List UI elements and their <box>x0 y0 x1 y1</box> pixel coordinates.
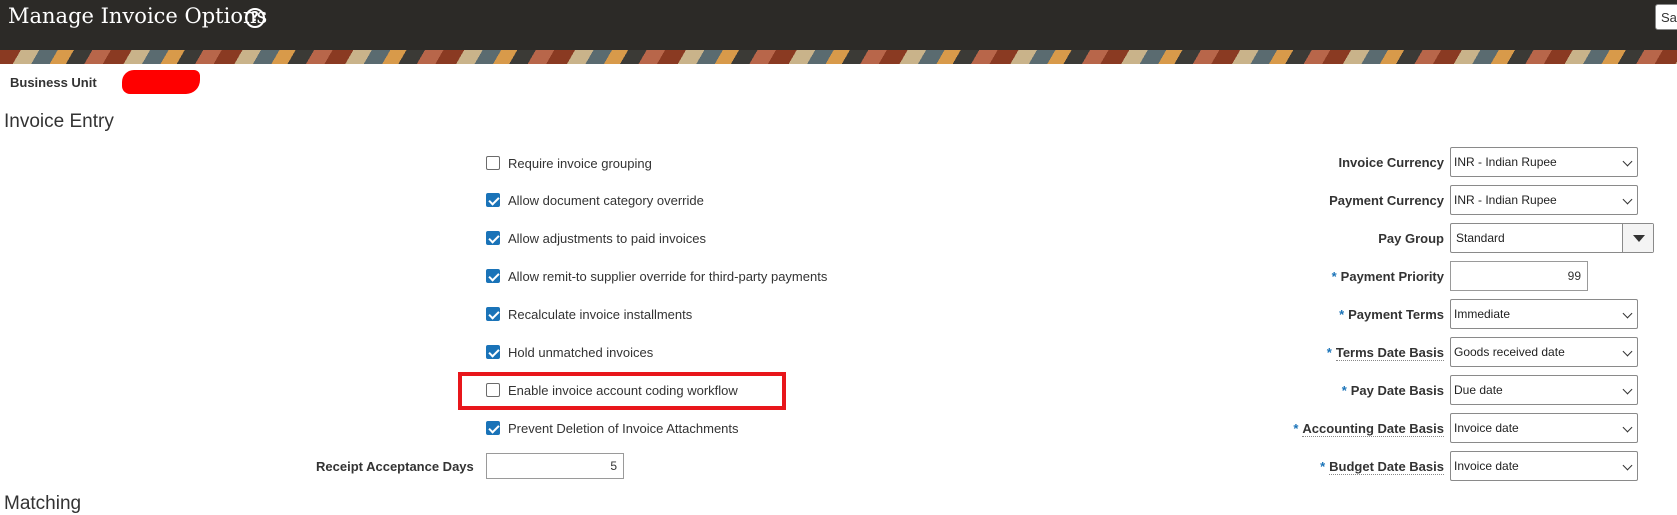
required-marker: * <box>1326 345 1332 360</box>
accounting-date-basis-value: Invoice date <box>1454 421 1519 435</box>
checkbox-label: Prevent Deletion of Invoice Attachments <box>508 420 739 436</box>
prevent-deletion-attachments-checkbox[interactable] <box>486 421 500 435</box>
app-header: Manage Invoice Options ? Save <box>0 0 1677 64</box>
checkbox-label: Allow remit-to supplier override for thi… <box>508 268 828 284</box>
required-marker: * <box>1320 459 1326 474</box>
pay-group-value: Standard <box>1456 231 1505 245</box>
page-title: Manage Invoice Options <box>8 4 268 28</box>
help-icon[interactable]: ? <box>245 8 265 28</box>
prevent-deletion-attachments-row[interactable]: Prevent Deletion of Invoice Attachments <box>486 418 739 438</box>
checkbox-label: Require invoice grouping <box>508 155 652 171</box>
business-unit-label: Business Unit <box>10 75 97 90</box>
required-marker: * <box>1339 307 1345 322</box>
allow-remit-to-override-row[interactable]: Allow remit-to supplier override for thi… <box>486 266 827 286</box>
save-button[interactable]: Save <box>1655 4 1677 30</box>
receipt-acceptance-days-label: Receipt Acceptance Days <box>316 459 474 474</box>
hold-unmatched-invoices-checkbox[interactable] <box>486 345 500 359</box>
budget-date-basis-label-text: Budget Date Basis <box>1329 459 1444 475</box>
terms-date-basis-select[interactable]: Goods received date <box>1450 337 1638 367</box>
recalculate-installments-row[interactable]: Recalculate invoice installments <box>486 304 692 324</box>
pay-date-basis-label-text: Pay Date Basis <box>1350 383 1444 398</box>
payment-currency-value: INR - Indian Rupee <box>1454 193 1557 207</box>
payment-terms-label: * Payment Terms <box>1339 307 1444 322</box>
chevron-down-icon <box>1622 308 1633 319</box>
terms-date-basis-label: * Terms Date Basis <box>1326 345 1444 361</box>
chevron-down-icon <box>1622 422 1633 433</box>
section-title-matching: Matching <box>4 493 82 514</box>
receipt-acceptance-days-input[interactable]: 5 <box>486 453 624 479</box>
chevron-down-icon <box>1622 194 1633 205</box>
invoice-currency-label-text: Invoice Currency <box>1338 155 1445 170</box>
header-banner-art <box>0 50 1677 64</box>
payment-priority-label: * Payment Priority <box>1332 269 1444 284</box>
require-invoice-grouping-checkbox[interactable] <box>486 156 500 170</box>
budget-date-basis-select[interactable]: Invoice date <box>1450 451 1638 481</box>
payment-currency-label-text: Payment Currency <box>1329 193 1444 208</box>
checkbox-label: Recalculate invoice installments <box>508 306 693 322</box>
payment-terms-value: Immediate <box>1454 307 1511 321</box>
chevron-down-icon <box>1622 384 1633 395</box>
terms-date-basis-value: Goods received date <box>1454 345 1565 359</box>
highlight-annotation-box <box>458 372 786 410</box>
budget-date-basis-label: * Budget Date Basis <box>1320 459 1444 475</box>
invoice-currency-select[interactable]: INR - Indian Rupee <box>1450 147 1638 177</box>
payment-terms-select[interactable]: Immediate <box>1450 299 1638 329</box>
allow-document-category-override-checkbox[interactable] <box>486 193 500 207</box>
accounting-date-basis-label-text: Accounting Date Basis <box>1302 421 1444 437</box>
required-marker: * <box>1341 383 1347 398</box>
allow-document-category-override-row[interactable]: Allow document category override <box>486 190 704 210</box>
pay-date-basis-label: * Pay Date Basis <box>1342 383 1444 398</box>
payment-terms-label-text: Payment Terms <box>1348 307 1444 322</box>
checkbox-label: Allow document category override <box>508 192 704 208</box>
payment-priority-label-text: Payment Priority <box>1340 269 1444 284</box>
terms-date-basis-label-text: Terms Date Basis <box>1335 345 1444 361</box>
checkbox-label: Allow adjustments to paid invoices <box>508 230 706 246</box>
payment-priority-input[interactable]: 99 <box>1450 261 1588 291</box>
pay-group-label: Pay Group <box>1378 231 1444 246</box>
chevron-down-icon <box>1622 346 1633 357</box>
invoice-currency-label: Invoice Currency <box>1339 155 1445 170</box>
checkbox-label: Hold unmatched invoices <box>508 344 654 360</box>
invoice-currency-value: INR - Indian Rupee <box>1454 155 1557 169</box>
allow-adjustments-paid-invoices-row[interactable]: Allow adjustments to paid invoices <box>486 228 706 248</box>
required-marker: * <box>1331 269 1337 284</box>
require-invoice-grouping-row[interactable]: Require invoice grouping <box>486 153 652 173</box>
payment-currency-select[interactable]: INR - Indian Rupee <box>1450 185 1638 215</box>
chevron-down-icon <box>1622 156 1633 167</box>
allow-remit-to-override-checkbox[interactable] <box>486 269 500 283</box>
pay-group-label-text: Pay Group <box>1378 231 1444 246</box>
budget-date-basis-value: Invoice date <box>1454 459 1519 473</box>
allow-adjustments-paid-invoices-checkbox[interactable] <box>486 231 500 245</box>
section-title-invoice-entry: Invoice Entry <box>4 111 114 132</box>
hold-unmatched-invoices-row[interactable]: Hold unmatched invoices <box>486 342 653 362</box>
pay-date-basis-value: Due date <box>1454 383 1503 397</box>
accounting-date-basis-select[interactable]: Invoice date <box>1450 413 1638 443</box>
payment-currency-label: Payment Currency <box>1329 193 1444 208</box>
pay-date-basis-select[interactable]: Due date <box>1450 375 1638 405</box>
required-marker: * <box>1293 421 1299 436</box>
accounting-date-basis-label: * Accounting Date Basis <box>1293 421 1444 437</box>
recalculate-installments-checkbox[interactable] <box>486 307 500 321</box>
dropdown-arrow-icon[interactable] <box>1622 224 1653 252</box>
chevron-down-icon <box>1622 460 1633 471</box>
business-unit-redaction <box>122 70 200 94</box>
pay-group-combobox[interactable]: Standard <box>1450 223 1654 253</box>
